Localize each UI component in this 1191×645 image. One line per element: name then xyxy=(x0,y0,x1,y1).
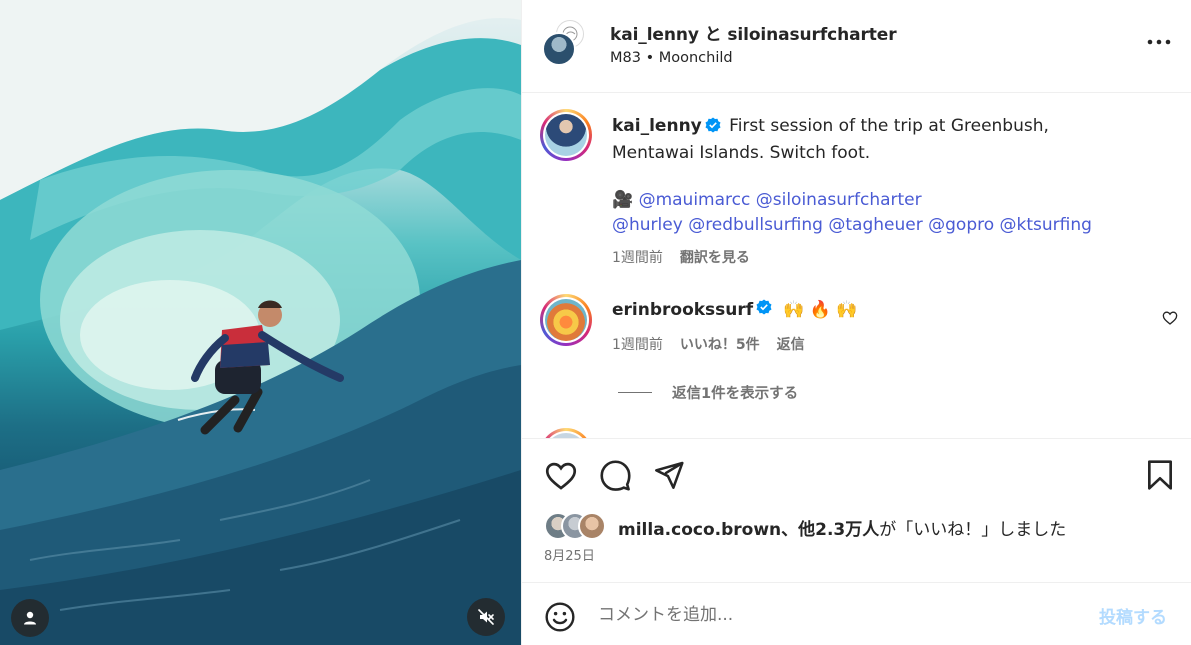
mention-link[interactable]: @siloinasurfcharter xyxy=(756,190,922,210)
mention-link[interactable]: @mauimarcc xyxy=(639,190,751,210)
avatar[interactable] xyxy=(540,109,592,161)
like-button[interactable] xyxy=(544,459,578,497)
tagged-users-button[interactable] xyxy=(11,599,49,637)
caption-time[interactable]: 1週間前 xyxy=(612,247,663,267)
caption: kai_lenny First session of the trip at G… xyxy=(612,114,1132,165)
collab-avatars[interactable] xyxy=(542,20,590,68)
comment-likes-count[interactable]: いいね！5件 xyxy=(680,334,760,354)
liker-username[interactable]: milla.coco.brown xyxy=(618,520,781,540)
verified-icon xyxy=(756,299,772,320)
view-replies-label: 返信1件を表示する xyxy=(672,386,799,402)
heart-icon xyxy=(1162,311,1178,325)
avatar[interactable] xyxy=(540,428,592,438)
heart-icon xyxy=(545,462,577,490)
liked-by-connector: 、他 xyxy=(781,520,816,540)
post-comment-button[interactable]: 投稿する xyxy=(1099,603,1167,628)
save-button[interactable] xyxy=(1146,459,1174,495)
post-date[interactable]: 8月25日 xyxy=(544,545,595,564)
verified-icon xyxy=(705,116,721,141)
liked-by-suffix: が「いいね！」しました xyxy=(879,520,1067,540)
comment-input[interactable] xyxy=(598,603,1078,627)
more-icon xyxy=(1147,39,1171,45)
comments-list[interactable]: kai_lenny First session of the trip at G… xyxy=(522,94,1191,438)
caption-username[interactable]: kai_lenny xyxy=(612,116,702,136)
post-title[interactable]: kai_lenny と siloinasurfcharter xyxy=(610,20,897,45)
comment-text: 🙌 🔥 🙌 xyxy=(783,299,858,320)
comment-username[interactable]: erinbrookssurf xyxy=(612,300,753,320)
avatar xyxy=(542,32,576,66)
comment-button[interactable] xyxy=(599,459,632,496)
mention-link[interactable]: @ktsurfing xyxy=(1000,215,1092,235)
caption-meta: 1週間前 翻訳を見る xyxy=(612,247,750,267)
audio-track[interactable]: M83 • Moonchild xyxy=(610,50,733,66)
comment-meta: 1週間前 いいね！5件 返信 xyxy=(612,334,805,354)
liked-by[interactable]: milla.coco.brown、他2.3万人が「いいね！」しました xyxy=(544,512,1066,540)
user-icon xyxy=(24,611,36,625)
post-side-panel: kai_lenny と siloinasurfcharter M83 • Moo… xyxy=(521,0,1191,645)
add-comment-bar: 投稿する xyxy=(522,582,1191,645)
comment-like-button[interactable] xyxy=(1162,310,1178,330)
speaker-muted-icon xyxy=(478,609,494,625)
post-modal: kai_lenny と siloinasurfcharter M83 • Moo… xyxy=(0,0,1191,645)
camera-emoji: 🎥 xyxy=(612,190,634,210)
bookmark-icon xyxy=(1148,460,1172,490)
avatar[interactable] xyxy=(540,294,592,346)
avatar xyxy=(578,512,606,540)
divider xyxy=(618,392,652,393)
mention-link[interactable]: @hurley xyxy=(612,215,683,235)
mute-toggle-button[interactable] xyxy=(467,598,505,636)
view-replies-button[interactable]: 返信1件を表示する xyxy=(618,382,798,403)
post-video[interactable] xyxy=(0,0,521,645)
reply-button[interactable]: 返信 xyxy=(777,334,805,354)
likes-count[interactable]: 2.3万人 xyxy=(815,520,879,540)
comment-icon xyxy=(600,460,631,491)
comment-row: erinbrookssurf 🙌 🔥 🙌 xyxy=(612,299,858,320)
surf-video-frame xyxy=(0,0,521,645)
comment-time[interactable]: 1週間前 xyxy=(612,334,663,354)
mention-link[interactable]: @tagheuer xyxy=(828,215,922,235)
share-button[interactable] xyxy=(653,459,685,495)
caption-mentions: 🎥 @mauimarcc @siloinasurfcharter @hurley… xyxy=(612,188,1152,237)
mention-link[interactable]: @gopro xyxy=(928,215,994,235)
liked-by-text: milla.coco.brown、他2.3万人が「いいね！」しました xyxy=(618,515,1066,540)
mention-link[interactable]: @redbullsurfing xyxy=(688,215,823,235)
post-header: kai_lenny と siloinasurfcharter M83 • Moo… xyxy=(522,0,1191,93)
post-actions: milla.coco.brown、他2.3万人が「いいね！」しました 8月25日 xyxy=(522,438,1191,581)
translate-link[interactable]: 翻訳を見る xyxy=(680,247,750,267)
send-icon xyxy=(655,461,684,489)
more-options-button[interactable] xyxy=(1145,30,1173,54)
emoji-button[interactable] xyxy=(544,601,576,637)
emoji-icon xyxy=(545,602,575,632)
